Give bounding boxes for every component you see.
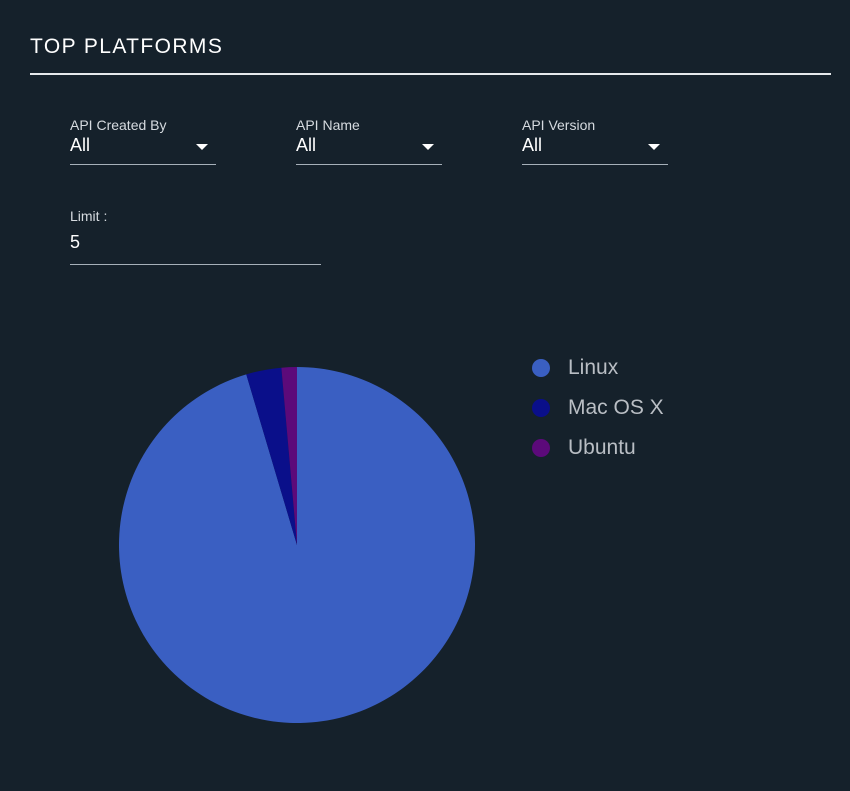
legend-swatch	[532, 359, 550, 377]
chart-legend: Linux Mac OS X Ubuntu	[532, 348, 664, 468]
legend-label: Linux	[568, 356, 619, 379]
legend-item-mac-os-x[interactable]: Mac OS X	[532, 388, 664, 428]
legend-label: Mac OS X	[568, 396, 664, 419]
legend-item-ubuntu[interactable]: Ubuntu	[532, 428, 664, 468]
platforms-pie-chart	[118, 367, 475, 723]
legend-item-linux[interactable]: Linux	[532, 348, 664, 388]
legend-swatch	[532, 399, 550, 417]
top-platforms-panel: TOP PLATFORMS API Created By All API Nam…	[0, 0, 850, 791]
legend-swatch	[532, 439, 550, 457]
legend-label: Ubuntu	[568, 436, 636, 459]
